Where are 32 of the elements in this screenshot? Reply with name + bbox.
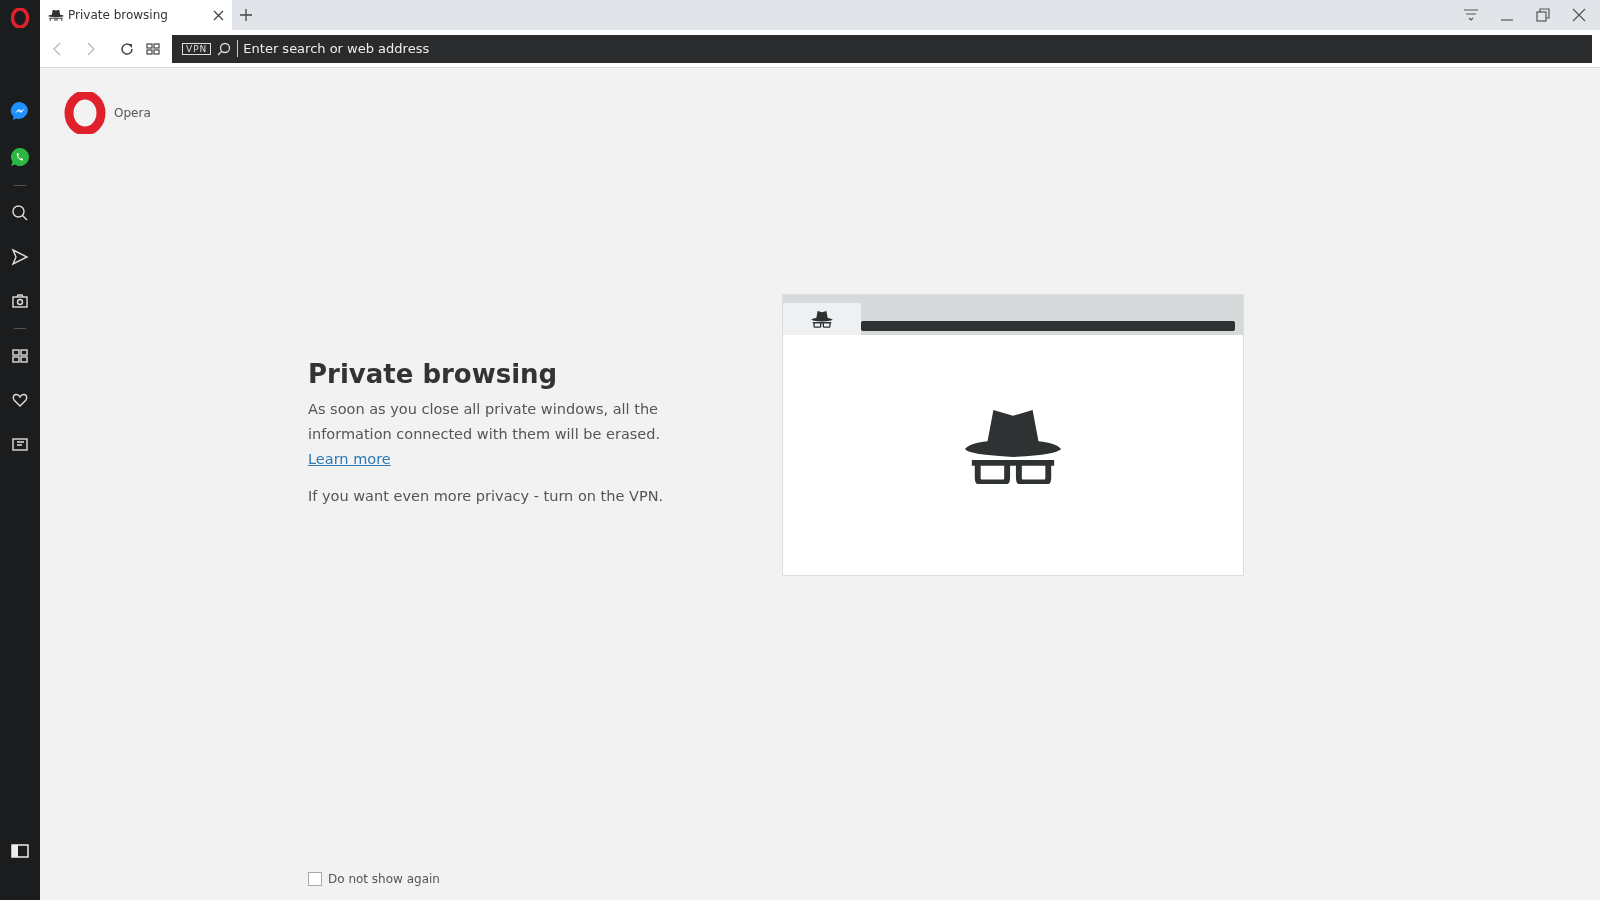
vpn-badge[interactable]: VPN — [182, 42, 212, 55]
send-icon[interactable] — [11, 248, 29, 266]
address-bar[interactable]: VPN Enter search or web address — [172, 34, 1592, 63]
plus-icon — [240, 9, 252, 21]
close-icon[interactable] — [213, 9, 224, 21]
page-title: Private browsing — [308, 361, 559, 387]
camera-icon[interactable] — [11, 292, 29, 310]
heart-icon[interactable] — [11, 391, 29, 409]
close-icon[interactable] — [1572, 8, 1586, 22]
address-input[interactable]: Enter search or web address — [237, 40, 1582, 57]
checkbox[interactable] — [308, 872, 322, 886]
search-icon — [217, 41, 232, 56]
messenger-icon[interactable] — [10, 101, 30, 121]
restore-icon[interactable] — [1536, 8, 1550, 22]
menu-icon[interactable] — [1464, 9, 1478, 21]
sidebar-toggle-icon[interactable] — [11, 844, 29, 858]
news-icon[interactable] — [11, 435, 29, 453]
description-text: As soon as you close all private windows, all the information connected with them will be erased. — [308, 399, 662, 444]
learn-more-link[interactable]: Learn more — [308, 450, 391, 467]
vpn-note: If you want even more privacy - turn on the VPN. — [308, 486, 665, 506]
reload-icon[interactable] — [120, 41, 134, 56]
whatsapp-icon[interactable] — [10, 147, 30, 167]
browser-tab[interactable]: Private browsing — [40, 0, 232, 30]
grid-icon[interactable] — [11, 347, 29, 365]
search-icon[interactable] — [11, 204, 29, 222]
brand-label: Opera — [114, 106, 151, 120]
opera-logo-icon[interactable] — [11, 8, 29, 28]
grid-icon[interactable] — [146, 41, 160, 56]
checkbox-label: Do not show again — [328, 872, 440, 886]
incognito-icon — [48, 8, 64, 22]
opera-logo-icon — [64, 92, 106, 134]
incognito-icon — [811, 310, 833, 328]
